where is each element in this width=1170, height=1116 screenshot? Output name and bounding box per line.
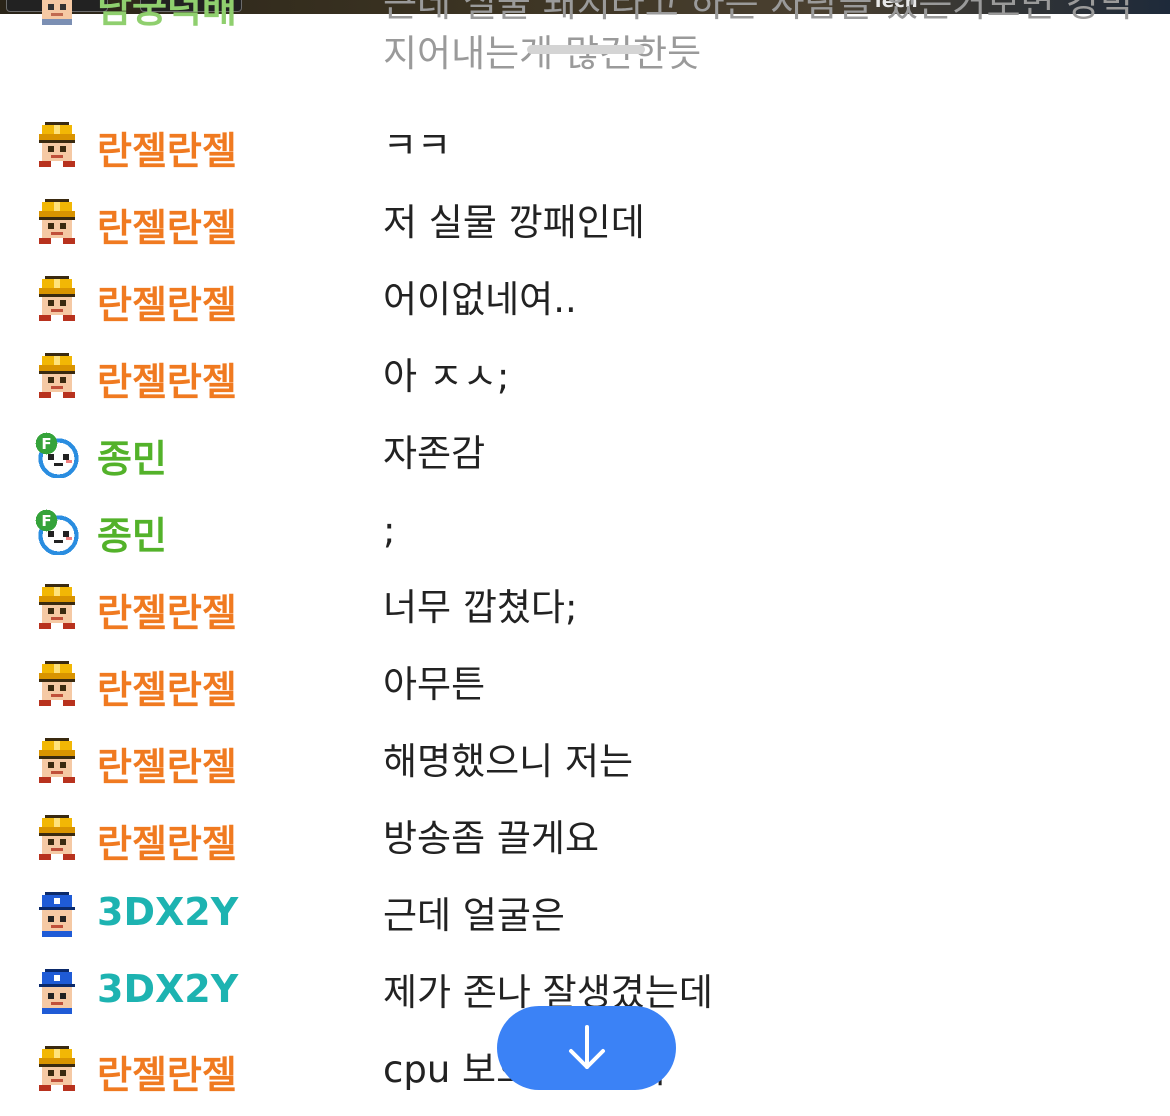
hardhat-worker-icon [39, 815, 75, 860]
chat-row[interactable]: 란젤란젤 ㅋㅋ [0, 106, 1170, 183]
svg-text:F: F [41, 512, 51, 530]
chat-nickname[interactable]: 남궁덕배 [97, 0, 237, 33]
panda-fan-icon: F [35, 432, 79, 478]
chat-row[interactable]: 란젤란젤 너무 깝쳤다; [0, 568, 1170, 645]
blue-cap-icon [39, 892, 75, 937]
svg-text:F: F [41, 435, 51, 453]
chat-row[interactable]: 란젤란젤 저 실물 깡패인데 [0, 183, 1170, 260]
chat-row[interactable]: 란젤란젤 아무튼 [0, 645, 1170, 722]
chat-row[interactable]: 3DX2Y 근데 얼굴은 [0, 876, 1170, 953]
chat-row[interactable]: F 종민 자존감 [0, 414, 1170, 491]
hardhat-worker-icon [39, 738, 75, 783]
user-avatar-icon[interactable] [33, 969, 81, 1017]
chat-row[interactable]: 란젤란젤 아 ㅈㅅ; [0, 337, 1170, 414]
hardhat-worker-icon [39, 276, 75, 321]
user-avatar-icon[interactable] [33, 584, 81, 632]
user-avatar-icon[interactable]: F [33, 430, 81, 478]
chat-message-text: 방송좀 끌게요 [383, 817, 600, 860]
user-avatar-icon[interactable] [33, 122, 81, 170]
chat-screen: Tech 남궁덕배 근데 실물 돼지라고 하는 사람들 있는거보면 강막 지어내… [0, 0, 1170, 1116]
chat-nickname[interactable]: 란젤란젤 [97, 197, 237, 252]
scroll-to-bottom-button[interactable] [497, 1006, 676, 1090]
chat-nickname[interactable]: 란젤란젤 [97, 120, 237, 175]
chat-nickname[interactable]: 종민 [97, 428, 167, 483]
chat-message-text: 근데 얼굴은 [383, 894, 565, 937]
chat-nickname[interactable]: 란젤란젤 [97, 1044, 237, 1099]
hardhat-worker-icon [39, 199, 75, 244]
chat-message-text: 해명했으니 저는 [383, 740, 634, 783]
user-avatar-icon[interactable]: F [33, 507, 81, 555]
user-avatar-icon[interactable] [33, 353, 81, 401]
chat-row[interactable]: F 종민; [0, 491, 1170, 568]
grey-cap-icon [42, 0, 72, 25]
chat-nickname[interactable]: 3DX2Y [97, 967, 238, 1011]
chat-nickname[interactable]: 란젤란젤 [97, 813, 237, 868]
chat-nickname[interactable]: 란젤란젤 [97, 736, 237, 791]
chat-message-text: 어이없네여.. [383, 278, 577, 321]
user-avatar-icon[interactable] [33, 892, 81, 940]
chat-nickname[interactable]: 3DX2Y [97, 890, 238, 934]
chat-message-list[interactable]: 남궁덕배 근데 실물 돼지라고 하는 사람들 있는거보면 강막 지어내는게 많긴… [0, 0, 1170, 1107]
arrow-down-icon [568, 1025, 605, 1069]
user-avatar-icon[interactable] [33, 199, 81, 247]
chat-nickname[interactable]: 란젤란젤 [97, 659, 237, 714]
blue-cap-icon [39, 969, 75, 1014]
user-avatar-icon[interactable] [33, 661, 81, 709]
hardhat-worker-icon [39, 122, 75, 167]
panda-fan-icon: F [35, 509, 79, 555]
chat-message-text: ㅋㅋ [383, 124, 452, 167]
hardhat-worker-icon [39, 661, 75, 706]
chat-nickname[interactable]: 란젤란젤 [97, 582, 237, 637]
chat-message-text: 너무 깝쳤다; [383, 586, 578, 629]
chat-row[interactable]: 란젤란젤 해명했으니 저는 [0, 722, 1170, 799]
chat-row[interactable]: 란젤란젤 어이없네여.. [0, 260, 1170, 337]
chat-message-text: 아 ㅈㅅ; [383, 355, 510, 398]
chat-nickname[interactable]: 란젤란젤 [97, 274, 237, 329]
hardhat-worker-icon [39, 584, 75, 629]
sheet-drag-handle[interactable] [527, 45, 645, 54]
chat-nickname[interactable]: 란젤란젤 [97, 351, 237, 406]
chat-message-text: 저 실물 깡패인데 [383, 201, 645, 244]
chat-row[interactable]: 란젤란젤 방송좀 끌게요 [0, 799, 1170, 876]
chat-message-text: 자존감 [383, 432, 486, 475]
chat-message-text: 제가 존나 잘생겼는데 [383, 971, 713, 1014]
user-avatar-icon[interactable] [33, 276, 81, 324]
hardhat-worker-icon [39, 353, 75, 398]
chat-message-text: 아무튼 [383, 663, 486, 706]
user-avatar-icon[interactable] [33, 738, 81, 786]
user-avatar-icon[interactable] [33, 815, 81, 863]
chat-message-text: 근데 실물 돼지라고 하는 사람들 있는거보면 강막 지어내는게 많긴한듯 [383, 0, 1135, 75]
chat-message-text: ; [383, 509, 396, 552]
user-avatar-icon[interactable] [33, 1046, 81, 1094]
hardhat-worker-icon [39, 1046, 75, 1091]
chat-nickname[interactable]: 종민 [97, 505, 167, 560]
user-avatar-icon[interactable] [33, 0, 81, 28]
